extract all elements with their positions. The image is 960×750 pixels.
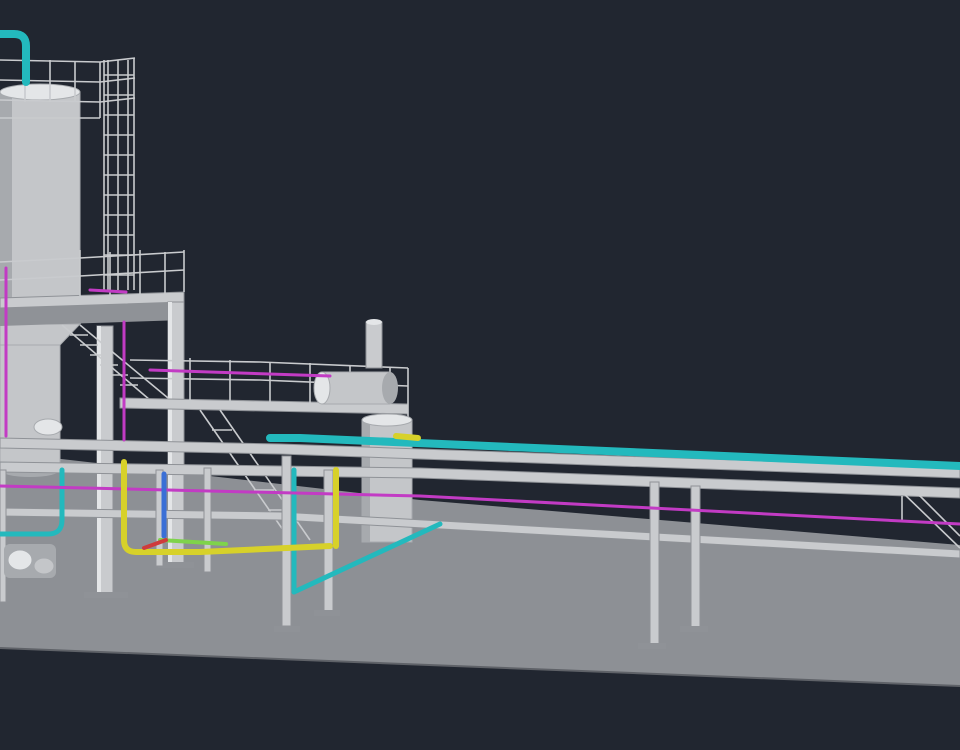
magenta-short-pipe	[88, 288, 128, 294]
plant-model-icon	[0, 0, 960, 750]
pump-skid	[4, 544, 56, 578]
model-viewport[interactable]	[0, 0, 960, 750]
yellow-top-pipe	[393, 433, 421, 441]
